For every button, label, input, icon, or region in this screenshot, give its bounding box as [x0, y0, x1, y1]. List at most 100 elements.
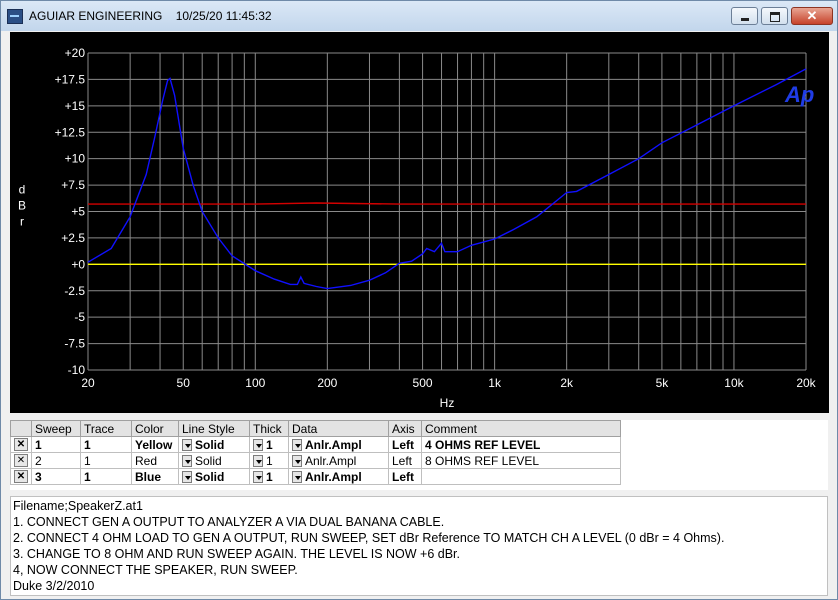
column-header[interactable]: Sweep	[31, 420, 81, 437]
y-tick-label: -10	[68, 363, 86, 377]
data-cell[interactable]: Anlr.Ampl	[288, 468, 389, 485]
note-line: 2. CONNECT 4 OHM LOAD TO GEN A OUTPUT, R…	[13, 531, 725, 545]
note-line: 1. CONNECT GEN A OUTPUT TO ANALYZER A VI…	[13, 515, 445, 529]
thick-cell[interactable]: 1	[249, 468, 289, 485]
data-value: Anlr.Ampl	[305, 437, 362, 452]
thick-value: 1	[266, 437, 273, 452]
sweep-cell[interactable]: 3	[31, 468, 81, 485]
sweep-enable-checkbox[interactable]: ✕	[14, 454, 28, 467]
x-tick-label: 1k	[488, 376, 502, 390]
y-tick-label: +15	[65, 99, 86, 113]
y-axis-label: B	[18, 199, 26, 213]
app-window: AGUIAR ENGINEERING 10/25/20 11:45:32 +20…	[0, 0, 838, 600]
data-value: Anlr.Ampl	[305, 469, 362, 484]
comment-cell[interactable]: 8 OHMS REF LEVEL	[421, 452, 621, 469]
dropdown-arrow-icon[interactable]	[292, 455, 302, 468]
graph-panel: +20 +17.5 +15 +12.5 +10 +7.5 +5 +2.5 +0 -2.5 -5 -7.…	[10, 32, 829, 413]
close-button[interactable]	[791, 7, 833, 25]
column-header[interactable]: Trace	[80, 420, 132, 437]
series-line-2	[88, 202, 806, 205]
color-value: Blue	[135, 469, 162, 484]
y-axis-label: d	[19, 183, 26, 197]
column-header[interactable]: Color	[131, 420, 179, 437]
title-bar[interactable]: AGUIAR ENGINEERING 10/25/20 11:45:32	[1, 1, 837, 31]
app-icon	[7, 9, 23, 24]
line-style-value: Solid	[195, 469, 225, 484]
line-style-cell[interactable]: Solid	[178, 452, 250, 469]
dropdown-arrow-icon[interactable]	[253, 439, 263, 452]
data-value: Anlr.Ampl	[305, 453, 357, 468]
dropdown-arrow-icon[interactable]	[253, 455, 263, 468]
trace-cell[interactable]: 1	[80, 468, 132, 485]
column-header[interactable]: Thick	[249, 420, 289, 437]
x-tick-label: 200	[317, 376, 337, 390]
sweep-table: Sweep Trace Color Line Style Thick Data …	[10, 420, 828, 490]
comment-cell[interactable]: 4 OHMS REF LEVEL	[421, 436, 621, 453]
x-tick-label: 20	[81, 376, 95, 390]
column-header[interactable]: Axis	[388, 420, 422, 437]
thick-cell[interactable]: 1	[249, 452, 289, 469]
y-tick-label: +5	[71, 205, 85, 219]
axis-cell[interactable]: Left	[388, 452, 422, 469]
trace-cell[interactable]: 1	[80, 452, 132, 469]
y-tick-label: +10	[65, 152, 86, 166]
sweep-enable-checkbox[interactable]: ✕	[14, 470, 28, 483]
table-row[interactable]: ✕ 3 1 Blue Solid 1 Anlr.Ampl Left	[10, 468, 621, 485]
note-line: Filename;SpeakerZ.at1	[13, 499, 143, 513]
sweep-cell[interactable]: 1	[31, 436, 81, 453]
sweep-enable-checkbox[interactable]: ✕	[14, 438, 28, 451]
axis-cell[interactable]: Left	[388, 468, 422, 485]
maximize-button[interactable]	[761, 7, 788, 25]
line-style-value: Solid	[195, 437, 225, 452]
x-tick-label: 50	[177, 376, 191, 390]
dropdown-arrow-icon[interactable]	[182, 471, 192, 484]
y-tick-label: +7.5	[61, 178, 85, 192]
note-line: 3. CHANGE TO 8 OHM AND RUN SWEEP AGAIN. …	[13, 547, 461, 561]
window-title: AGUIAR ENGINEERING 10/25/20 11:45:32	[29, 9, 272, 23]
minimize-button[interactable]	[731, 7, 758, 25]
data-cell[interactable]: Anlr.Ampl	[288, 436, 389, 453]
dropdown-arrow-icon[interactable]	[292, 471, 302, 484]
color-cell[interactable]: Blue	[131, 468, 179, 485]
y-tick-label: +12.5	[55, 125, 86, 139]
thick-value: 1	[266, 469, 273, 484]
table-row[interactable]: ✕ 1 1 Yellow Solid 1 Anlr.Ampl Left 4 OH…	[10, 436, 621, 453]
color-value: Yellow	[135, 437, 173, 452]
trace-cell[interactable]: 1	[80, 436, 132, 453]
line-style-cell[interactable]: Solid	[178, 436, 250, 453]
column-header[interactable]	[10, 420, 32, 437]
color-cell[interactable]: Yellow	[131, 436, 179, 453]
x-tick-label: 100	[245, 376, 265, 390]
dropdown-arrow-icon[interactable]	[182, 439, 192, 452]
dropdown-arrow-icon[interactable]	[292, 439, 302, 452]
table-header-row: Sweep Trace Color Line Style Thick Data …	[10, 420, 621, 437]
column-header[interactable]: Line Style	[178, 420, 250, 437]
data-cell[interactable]: Anlr.Ampl	[288, 452, 389, 469]
dropdown-arrow-icon[interactable]	[182, 455, 192, 468]
line-style-cell[interactable]: Solid	[178, 468, 250, 485]
ap-logo: Ap	[785, 82, 815, 107]
series-line-3	[87, 68, 807, 290]
y-tick-label: +0	[71, 257, 85, 271]
thick-value: 1	[266, 453, 273, 468]
thick-cell[interactable]: 1	[249, 436, 289, 453]
notes-textarea[interactable]: Filename;SpeakerZ.at1 1. CONNECT GEN A O…	[10, 496, 828, 596]
y-tick-label: +17.5	[55, 72, 86, 86]
y-tick-label: +2.5	[61, 231, 85, 245]
sweep-cell[interactable]: 2	[31, 452, 81, 469]
x-tick-label: 20k	[796, 376, 816, 390]
y-tick-label: -2.5	[64, 284, 85, 298]
x-tick-label: 500	[413, 376, 433, 390]
table-row[interactable]: ✕ 2 1 Red Solid 1 Anlr.Ampl Left 8 OHMS …	[10, 452, 621, 469]
dropdown-arrow-icon[interactable]	[253, 471, 263, 484]
x-tick-label: 5k	[656, 376, 670, 390]
column-header[interactable]: Comment	[421, 420, 621, 437]
y-tick-label: -5	[74, 310, 85, 324]
x-axis-label: Hz	[440, 396, 455, 410]
comment-cell[interactable]	[421, 468, 621, 485]
column-header[interactable]: Data	[288, 420, 389, 437]
note-line: 4, NOW CONNECT THE SPEAKER, RUN SWEEP.	[13, 563, 298, 577]
color-cell[interactable]: Red	[131, 452, 179, 469]
line-style-value: Solid	[195, 453, 222, 468]
axis-cell[interactable]: Left	[388, 436, 422, 453]
